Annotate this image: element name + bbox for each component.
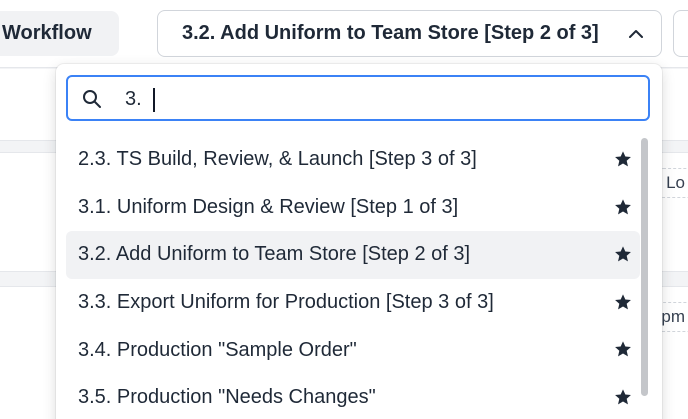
star-icon[interactable] [614,388,632,406]
scrollbar[interactable] [641,138,648,396]
text-caret [153,88,155,112]
option-label: 3.3. Export Uniform for Production [Step… [78,291,494,314]
option-item[interactable]: 3.4. Production "Sample Order" [66,326,640,374]
star-icon[interactable] [614,245,632,263]
option-item[interactable]: 2.3. TS Build, Review, & Launch [Step 3 … [66,136,640,184]
star-icon[interactable] [614,293,632,311]
toolbar-edge-button[interactable] [673,10,688,57]
option-label: 2.3. TS Build, Review, & Launch [Step 3 … [78,148,477,171]
option-item[interactable]: 3.1. Uniform Design & Review [Step 1 of … [66,184,640,232]
search-input-value: 3. [125,88,142,110]
step-select-value: 3.2. Add Uniform to Team Store [Step 2 o… [182,22,599,44]
workflow-button[interactable]: Workflow [0,11,119,56]
background-field: Lo [659,168,688,198]
star-icon[interactable] [614,340,632,358]
option-item[interactable]: 3.5. Production "Needs Changes" [66,374,640,419]
step-dropdown: 3. 2.3. TS Build, Review, & Launch [Step… [56,64,662,419]
option-label: 3.1. Uniform Design & Review [Step 1 of … [78,195,459,218]
option-item-selected[interactable]: 3.2. Add Uniform to Team Store [Step 2 o… [66,231,640,279]
search-icon [83,90,101,108]
option-label: 3.2. Add Uniform to Team Store [Step 2 o… [78,243,471,266]
star-icon[interactable] [614,198,632,216]
star-icon[interactable] [614,150,632,168]
step-option-list: 2.3. TS Build, Review, & Launch [Step 3 … [66,136,640,419]
option-item[interactable]: 3.3. Export Uniform for Production [Step… [66,279,640,327]
search-input[interactable]: 3. [66,75,650,121]
top-toolbar: Workflow 3.2. Add Uniform to Team Store … [0,0,688,68]
option-label: 3.5. Production "Needs Changes" [78,386,376,409]
workflow-button-label: Workflow [2,22,92,44]
step-select[interactable]: 3.2. Add Uniform to Team Store [Step 2 o… [157,10,662,57]
option-label: 3.4. Production "Sample Order" [78,338,357,361]
chevron-up-icon [629,30,643,38]
